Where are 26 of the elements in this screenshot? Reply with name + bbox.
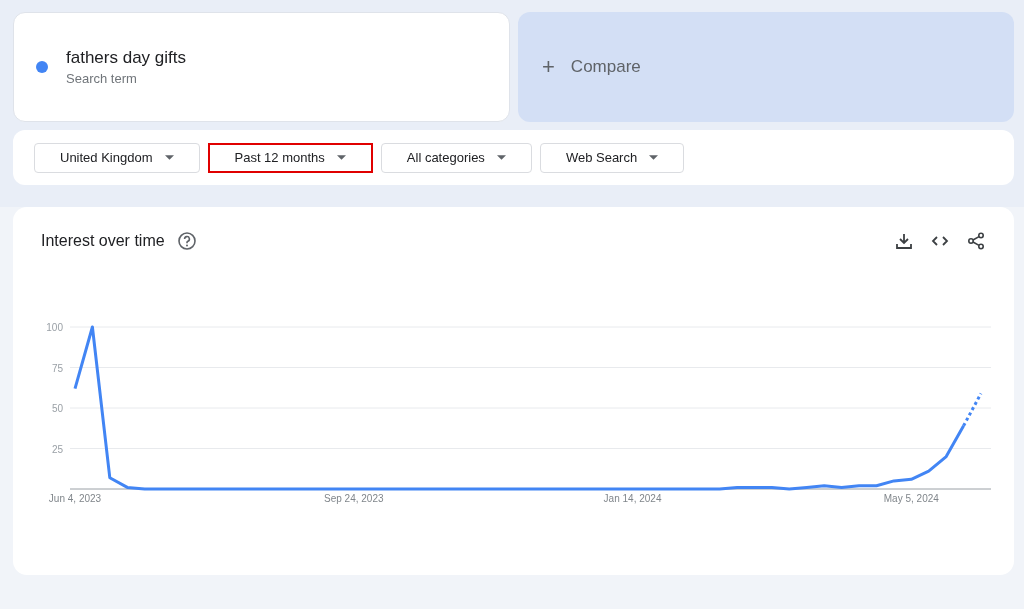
filter-dropdown[interactable]: United Kingdom (34, 142, 200, 173)
share-icon[interactable] (966, 231, 986, 251)
search-term-card[interactable]: fathers day gifts Search term (13, 12, 510, 122)
y-tick-label: 100 (46, 322, 63, 333)
y-tick-label: 50 (51, 403, 63, 414)
y-tick-label: 75 (51, 362, 63, 374)
download-icon[interactable] (894, 231, 914, 251)
x-tick-label: Jan 14, 2024 (603, 493, 662, 504)
caret-icon (336, 155, 346, 160)
search-term: fathers day gifts (66, 48, 186, 68)
x-tick-label: Jun 4, 2023 (48, 493, 102, 504)
caret-icon (649, 155, 659, 160)
x-tick-label: Sep 24, 2023 (324, 493, 384, 504)
compare-label: Compare (570, 57, 641, 77)
caret-icon (164, 155, 174, 160)
compare-card[interactable]: + Compare (518, 12, 1014, 122)
chart-title: Interest over time (41, 232, 165, 250)
caret-icon (496, 155, 506, 160)
plus-icon: + (542, 54, 555, 80)
help-icon[interactable] (176, 231, 197, 251)
y-tick-label: 25 (51, 443, 63, 455)
search-term-subtitle: Search term (66, 71, 138, 86)
filter-dropdown[interactable]: All categories (380, 142, 532, 173)
x-tick-label: May 5, 2024 (883, 493, 939, 504)
filter-dropdown[interactable]: Web Search (539, 142, 685, 173)
filter-dropdown[interactable]: Past 12 months (207, 142, 373, 173)
